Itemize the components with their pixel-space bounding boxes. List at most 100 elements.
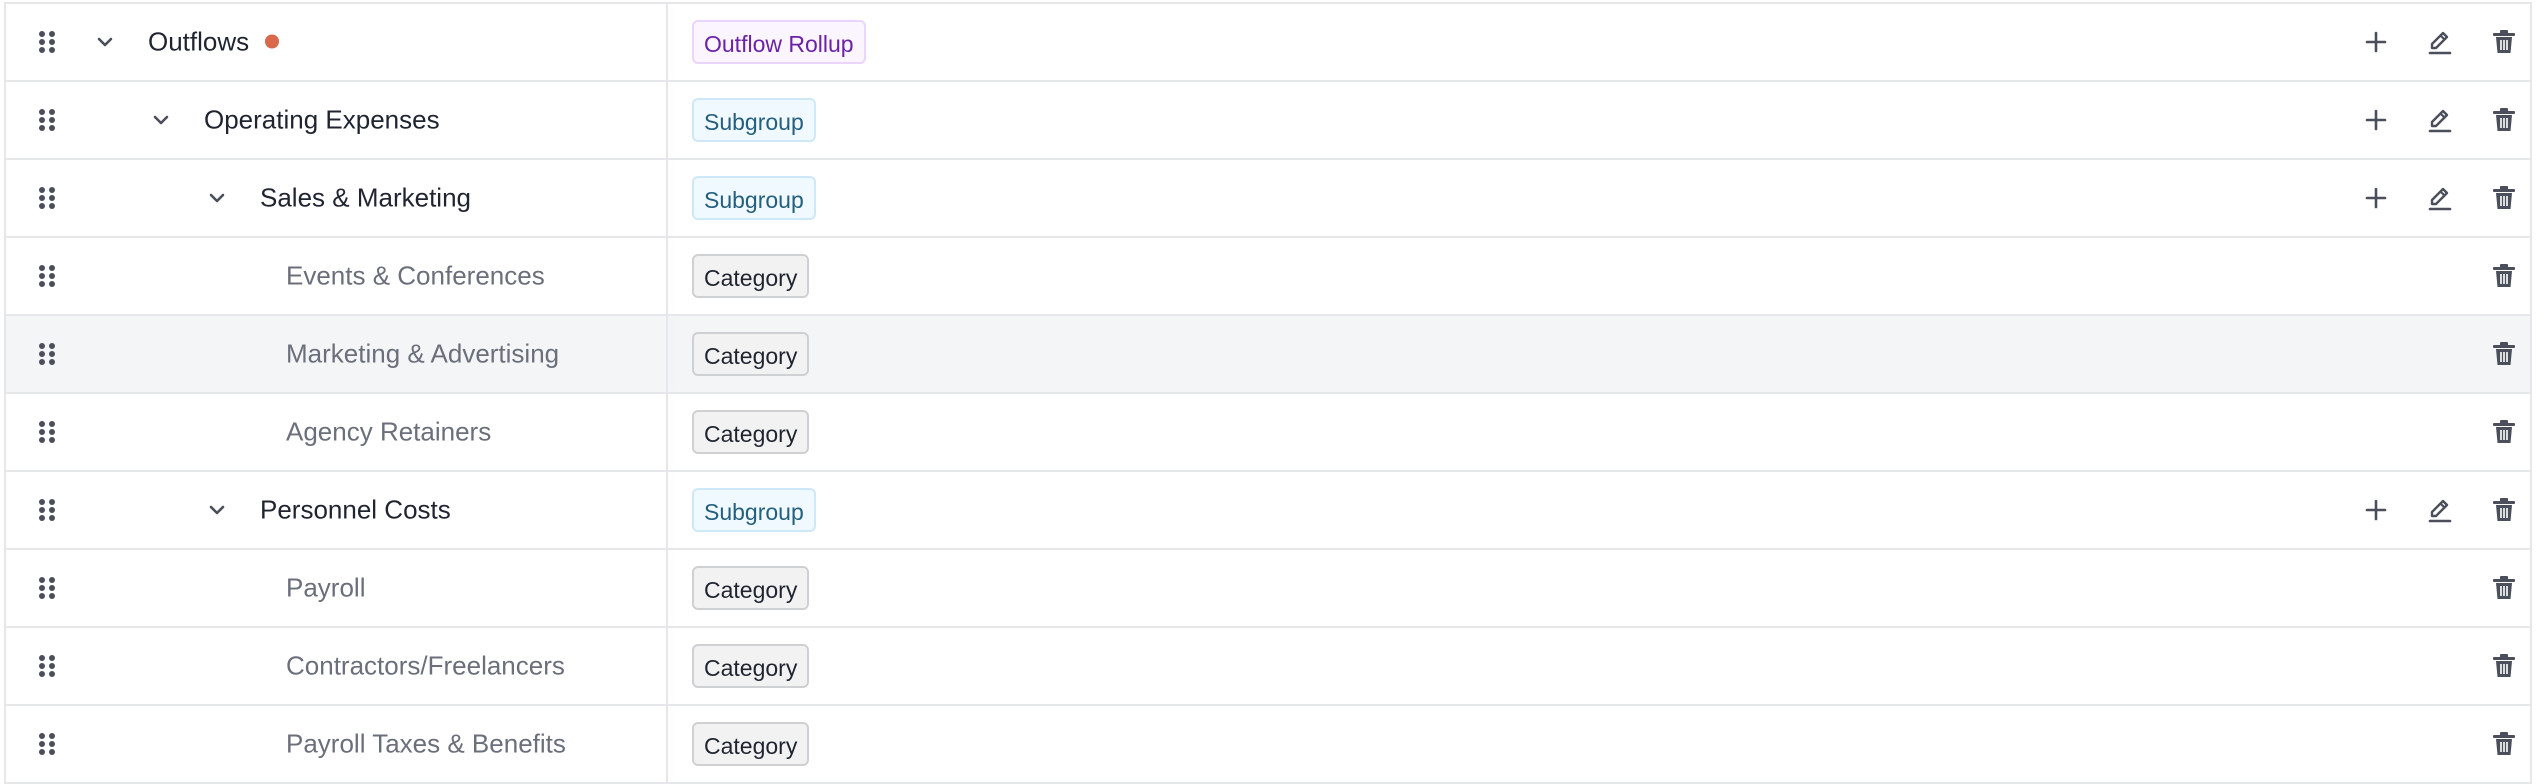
drag-handle-icon[interactable] bbox=[38, 732, 56, 756]
row-type-cell: Subgroup bbox=[668, 160, 2530, 236]
add-child-button[interactable] bbox=[2362, 106, 2390, 134]
add-child-button[interactable] bbox=[2362, 184, 2390, 212]
trash-icon bbox=[2490, 420, 2518, 450]
row-label-text: Operating Expenses bbox=[204, 104, 440, 135]
tree-row[interactable]: Contractors/Freelancers Category bbox=[6, 628, 2530, 706]
add-child-button[interactable] bbox=[2362, 28, 2390, 56]
tree-row[interactable]: Operating Expenses Subgroup bbox=[6, 82, 2530, 160]
drag-handle-icon[interactable] bbox=[38, 30, 56, 54]
delete-button[interactable] bbox=[2490, 574, 2518, 602]
row-actions bbox=[2310, 706, 2530, 782]
delete-button[interactable] bbox=[2490, 652, 2518, 680]
drag-handle-icon[interactable] bbox=[38, 576, 56, 600]
row-type-cell: Category bbox=[668, 550, 2530, 626]
row-label: Payroll bbox=[286, 573, 365, 604]
row-label-text: Outflows bbox=[148, 26, 250, 57]
drag-handle-icon[interactable] bbox=[38, 186, 56, 210]
trash-icon bbox=[2490, 264, 2518, 294]
delete-button[interactable] bbox=[2490, 418, 2518, 446]
plus-icon bbox=[2362, 31, 2390, 60]
edit-button[interactable] bbox=[2426, 28, 2454, 56]
trash-icon bbox=[2490, 576, 2518, 606]
tree-row[interactable]: Payroll Category bbox=[6, 550, 2530, 628]
edit-button[interactable] bbox=[2426, 184, 2454, 212]
row-actions bbox=[2310, 394, 2530, 470]
pencil-icon bbox=[2426, 31, 2454, 60]
category-badge: Category bbox=[692, 644, 810, 688]
rollup-badge: Outflow Rollup bbox=[692, 20, 866, 64]
delete-button[interactable] bbox=[2490, 184, 2518, 212]
delete-button[interactable] bbox=[2490, 262, 2518, 290]
pencil-icon bbox=[2426, 187, 2454, 216]
row-name-cell: Personnel Costs bbox=[6, 472, 666, 548]
row-label: Personnel Costs bbox=[260, 495, 451, 526]
category-badge: Category bbox=[692, 566, 810, 610]
category-badge: Category bbox=[692, 332, 810, 376]
delete-button[interactable] bbox=[2490, 28, 2518, 56]
drag-handle-icon[interactable] bbox=[38, 420, 56, 444]
edit-button[interactable] bbox=[2426, 496, 2454, 524]
trash-icon bbox=[2490, 732, 2518, 762]
row-label-text: Agency Retainers bbox=[286, 416, 492, 447]
row-name-cell: Outflows bbox=[6, 4, 666, 80]
subgroup-badge: Subgroup bbox=[692, 488, 816, 532]
add-child-button[interactable] bbox=[2362, 496, 2390, 524]
tree-row[interactable]: Agency Retainers Category bbox=[6, 394, 2530, 472]
tree-row[interactable]: Outflows Outflow Rollup bbox=[6, 4, 2530, 82]
row-label: Contractors/Freelancers bbox=[286, 651, 565, 682]
delete-button[interactable] bbox=[2490, 106, 2518, 134]
row-type-cell: Category bbox=[668, 706, 2530, 782]
row-type-cell: Category bbox=[668, 628, 2530, 704]
drag-handle-icon[interactable] bbox=[38, 654, 56, 678]
subgroup-badge: Subgroup bbox=[692, 176, 816, 220]
category-badge: Category bbox=[692, 722, 810, 766]
chevron-down-icon[interactable] bbox=[206, 499, 228, 521]
row-name-cell: Events & Conferences bbox=[6, 238, 666, 314]
category-badge: Category bbox=[692, 410, 810, 454]
row-label: Sales & Marketing bbox=[260, 183, 471, 214]
row-label-text: Sales & Marketing bbox=[260, 182, 471, 213]
tree-row[interactable]: Marketing & Advertising Category bbox=[6, 316, 2530, 394]
trash-icon bbox=[2490, 342, 2518, 372]
row-name-cell: Payroll bbox=[6, 550, 666, 626]
tree-row[interactable]: Personnel Costs Subgroup bbox=[6, 472, 2530, 550]
edit-button[interactable] bbox=[2426, 106, 2454, 134]
tree-row[interactable]: Payroll Taxes & Benefits Category bbox=[6, 706, 2530, 784]
chevron-down-icon[interactable] bbox=[206, 187, 228, 209]
row-name-cell: Operating Expenses bbox=[6, 82, 666, 158]
drag-handle-icon[interactable] bbox=[38, 342, 56, 366]
row-actions bbox=[2310, 4, 2530, 80]
row-actions bbox=[2310, 628, 2530, 704]
row-actions bbox=[2310, 82, 2530, 158]
row-label: Marketing & Advertising bbox=[286, 339, 559, 370]
status-dot bbox=[265, 34, 280, 49]
chevron-down-icon[interactable] bbox=[94, 31, 116, 53]
row-name-cell: Agency Retainers bbox=[6, 394, 666, 470]
row-label-text: Payroll bbox=[286, 572, 366, 603]
drag-handle-icon[interactable] bbox=[38, 498, 56, 522]
drag-handle-icon[interactable] bbox=[38, 264, 56, 288]
plus-icon bbox=[2362, 187, 2390, 216]
delete-button[interactable] bbox=[2490, 340, 2518, 368]
tree-row[interactable]: Sales & Marketing Subgroup bbox=[6, 160, 2530, 238]
trash-icon bbox=[2490, 654, 2518, 684]
row-actions bbox=[2310, 550, 2530, 626]
chevron-down-icon[interactable] bbox=[150, 109, 172, 131]
row-type-cell: Category bbox=[668, 238, 2530, 314]
row-type-cell: Outflow Rollup bbox=[668, 4, 2530, 80]
delete-button[interactable] bbox=[2490, 496, 2518, 524]
row-label: Agency Retainers bbox=[286, 417, 491, 448]
delete-button[interactable] bbox=[2490, 730, 2518, 758]
row-name-cell: Marketing & Advertising bbox=[6, 316, 666, 392]
tree-row[interactable]: Events & Conferences Category bbox=[6, 238, 2530, 316]
trash-icon bbox=[2490, 30, 2518, 60]
row-label-text: Contractors/Freelancers bbox=[286, 650, 565, 681]
row-label-text: Personnel Costs bbox=[260, 494, 451, 525]
trash-icon bbox=[2490, 186, 2518, 216]
plus-icon bbox=[2362, 109, 2390, 138]
category-badge: Category bbox=[692, 254, 810, 298]
row-actions bbox=[2310, 238, 2530, 314]
drag-handle-icon[interactable] bbox=[38, 108, 56, 132]
row-label: Events & Conferences bbox=[286, 261, 545, 292]
row-actions bbox=[2310, 316, 2530, 392]
